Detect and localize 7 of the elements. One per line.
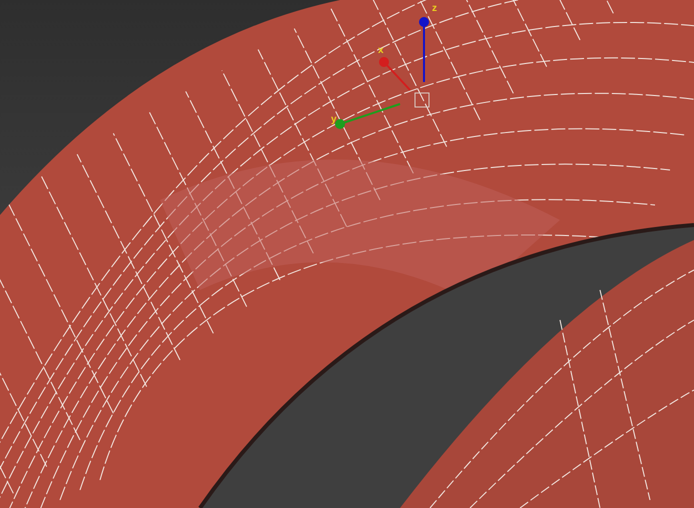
axis-arrow-icon[interactable] xyxy=(419,17,429,82)
axis-label: x xyxy=(378,46,384,56)
axis-arrow-icon[interactable] xyxy=(335,103,400,129)
axis-arrow-icon[interactable] xyxy=(379,57,411,91)
gizmo-square-icon[interactable] xyxy=(414,92,430,108)
axis-label: z xyxy=(432,4,437,14)
axis-label: y xyxy=(331,115,337,125)
